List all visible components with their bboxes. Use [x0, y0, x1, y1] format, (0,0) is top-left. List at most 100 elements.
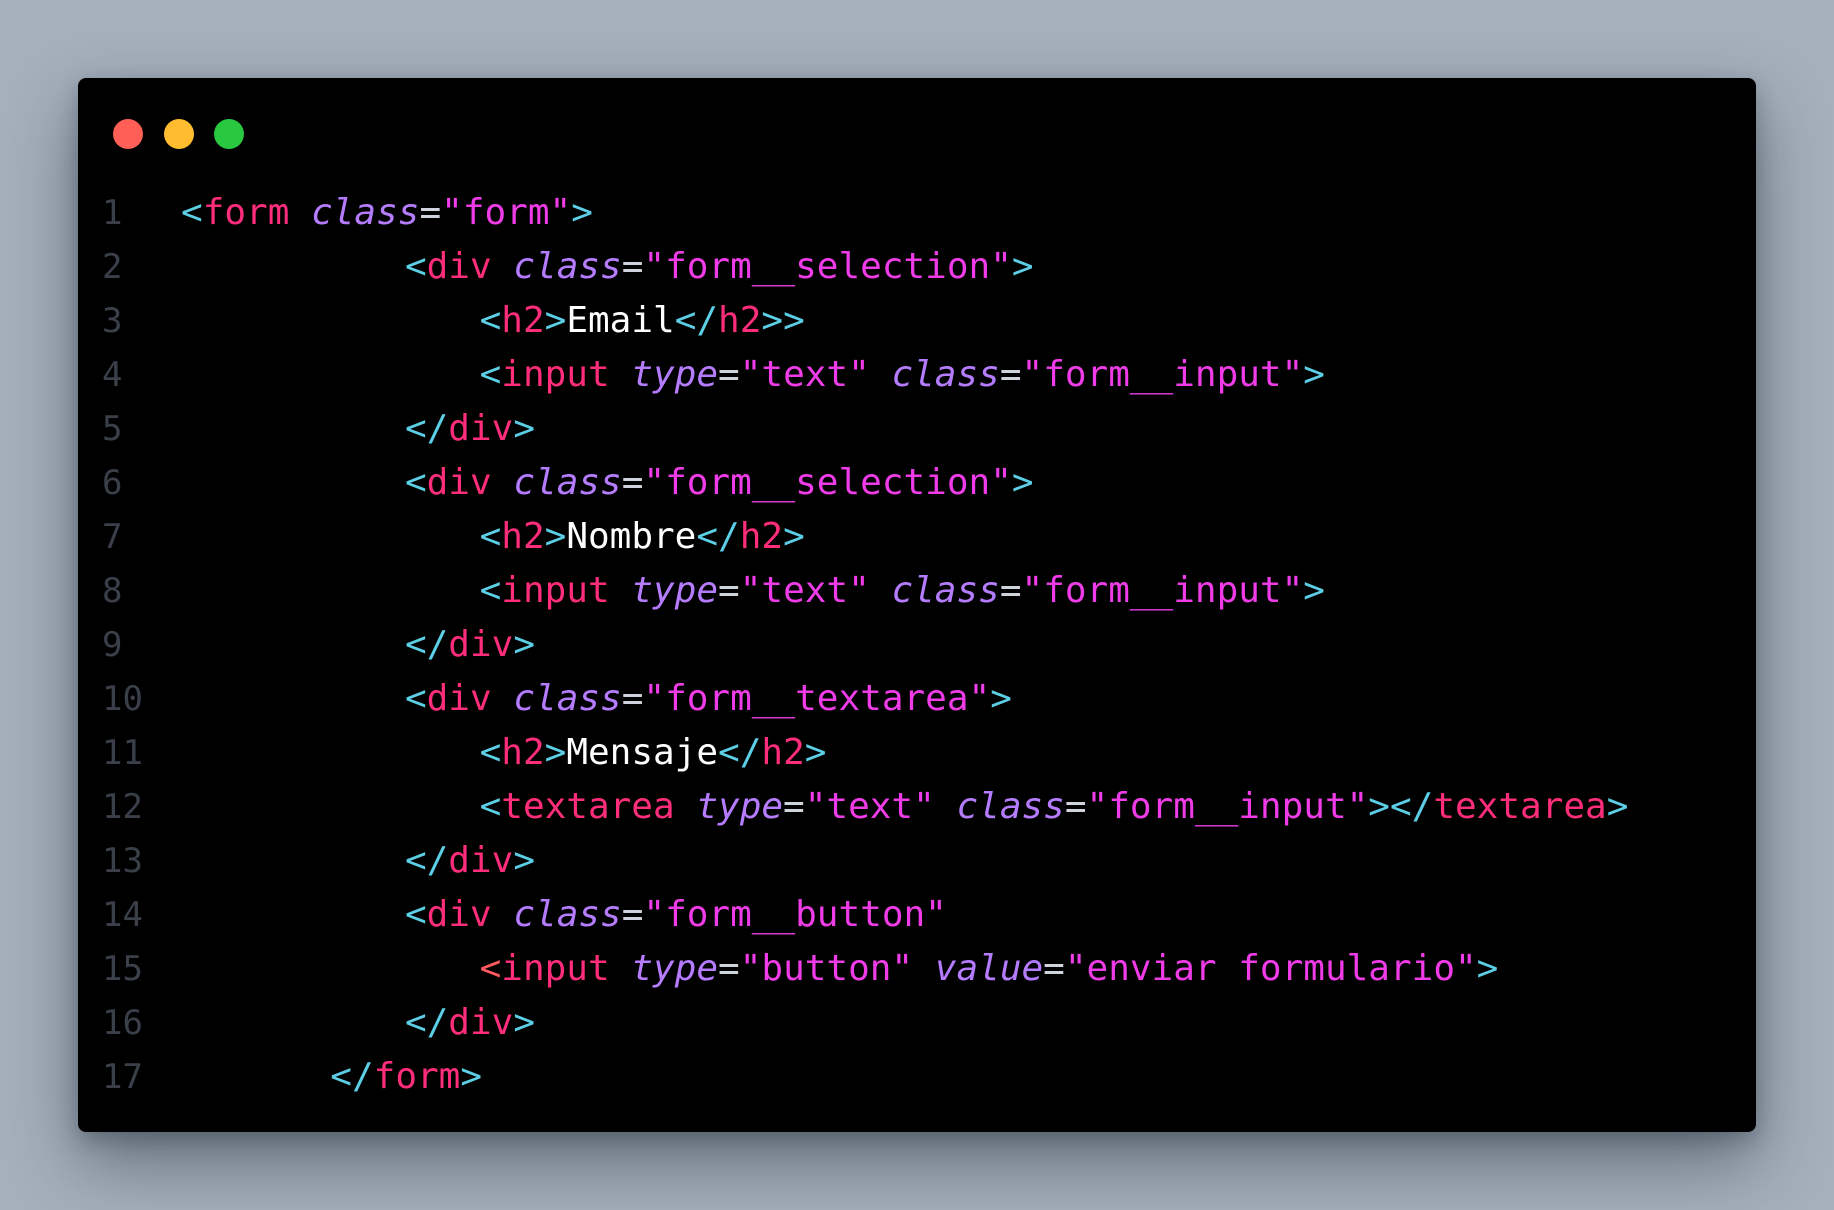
code-token: = [621, 678, 644, 719]
code-token: "form__input" [1021, 570, 1304, 611]
code-token: < [404, 246, 427, 287]
code-line: 7 <h2>Nombre</h2> [78, 510, 1756, 564]
code-token: = [1064, 786, 1087, 827]
code-token: = [999, 570, 1022, 611]
code-block: 1 <form class="form"> 2 <div class="form__s… [78, 186, 1756, 1104]
code-token: = [621, 894, 644, 935]
line-content: <form class="form"> [181, 186, 593, 240]
code-token: < [479, 786, 502, 827]
code-token: > [1303, 570, 1325, 611]
code-token: value [934, 948, 1044, 989]
code-token: > [544, 300, 567, 341]
code-token: "text" [739, 570, 870, 611]
line-number: 9 [102, 625, 123, 665]
code-line: 17 </form> [78, 1050, 1756, 1104]
code-token: > [1606, 786, 1629, 827]
code-token: </ [404, 1002, 449, 1043]
line-number: 13 [102, 841, 143, 881]
line-content: <div class="form__button" [405, 888, 947, 942]
code-token: form [373, 1056, 461, 1097]
code-token: = [1043, 948, 1065, 989]
line-content: </div> [405, 402, 535, 456]
code-token: form [202, 192, 290, 233]
code-token: class [891, 354, 1000, 395]
code-token: = [718, 354, 740, 395]
code-token: "form__input" [1021, 354, 1304, 395]
code-token: > [783, 516, 805, 557]
code-token: < [479, 570, 502, 611]
code-token: "button" [739, 948, 914, 989]
line-number: 7 [102, 517, 123, 557]
code-token: = [718, 570, 740, 611]
code-line: 5 </div> [78, 402, 1756, 456]
code-line: 16 </div> [78, 996, 1756, 1050]
code-line: 2 <div class="form__selection"> [78, 240, 1756, 294]
line-number: 11 [102, 733, 143, 773]
code-line: 14 <div class="form__button" [78, 888, 1756, 942]
line-number: 15 [102, 949, 143, 989]
code-token: div [448, 408, 514, 449]
code-token: input [501, 948, 610, 989]
line-content: </div> [405, 834, 535, 888]
line-number: 8 [102, 571, 123, 611]
code-token: class [513, 246, 622, 287]
code-token: div [448, 840, 514, 881]
code-line: 11 <h2>Mensaje</h2> [78, 726, 1756, 780]
code-token: </ [404, 408, 449, 449]
line-content: <h2>Nombre</h2> [480, 510, 805, 564]
line-number: 5 [102, 409, 123, 449]
line-content: <h2>Email</h2>> [480, 294, 805, 348]
code-window: 1 <form class="form"> 2 <div class="form__s… [78, 78, 1756, 1132]
code-token: Email [566, 300, 675, 341]
code-token: > [571, 192, 593, 233]
code-line: 9 </div> [78, 618, 1756, 672]
code-line: 6 <div class="form__selection"> [78, 456, 1756, 510]
code-token: > [990, 678, 1012, 719]
line-content: <div class="form__selection"> [405, 456, 1034, 510]
line-number: 1 [102, 193, 123, 233]
line-content: <input type="button" value="enviar formu… [480, 942, 1499, 996]
code-token: "form__selection" [643, 246, 1012, 287]
minimize-window-icon[interactable] [164, 119, 194, 149]
code-token: Mensaje [566, 732, 719, 773]
line-number: 6 [102, 463, 123, 503]
code-token: "form__textarea" [643, 678, 991, 719]
code-token: > [1476, 948, 1499, 989]
code-token: < [404, 894, 427, 935]
line-content: </div> [405, 618, 535, 672]
code-token: > [1011, 462, 1034, 503]
line-content: <div class="form__selection"> [405, 240, 1034, 294]
code-token: class [891, 570, 1000, 611]
code-line: 12 <textarea type="text" class="form__inp… [78, 780, 1756, 834]
code-token: = [621, 246, 644, 287]
code-token: h2 [718, 300, 762, 341]
line-number: 3 [102, 301, 123, 341]
code-token: h2 [501, 516, 545, 557]
code-token: > [513, 1002, 536, 1043]
line-content: <input type="text" class="form__input"> [480, 348, 1325, 402]
code-token: > [460, 1056, 483, 1097]
line-content: <input type="text" class="form__input"> [480, 564, 1325, 618]
code-token: h2 [501, 732, 545, 773]
code-token: = [419, 192, 442, 233]
code-token: type [696, 786, 784, 827]
code-token: </ [674, 300, 719, 341]
close-window-icon[interactable] [113, 119, 143, 149]
code-token: type [631, 354, 719, 395]
code-token: > [804, 732, 827, 773]
code-token: "text" [739, 354, 870, 395]
code-token: class [956, 786, 1065, 827]
code-token: </ [696, 516, 740, 557]
code-token: "text" [804, 786, 935, 827]
line-content: </form> [330, 1050, 482, 1104]
line-number: 12 [102, 787, 143, 827]
zoom-window-icon[interactable] [214, 119, 244, 149]
